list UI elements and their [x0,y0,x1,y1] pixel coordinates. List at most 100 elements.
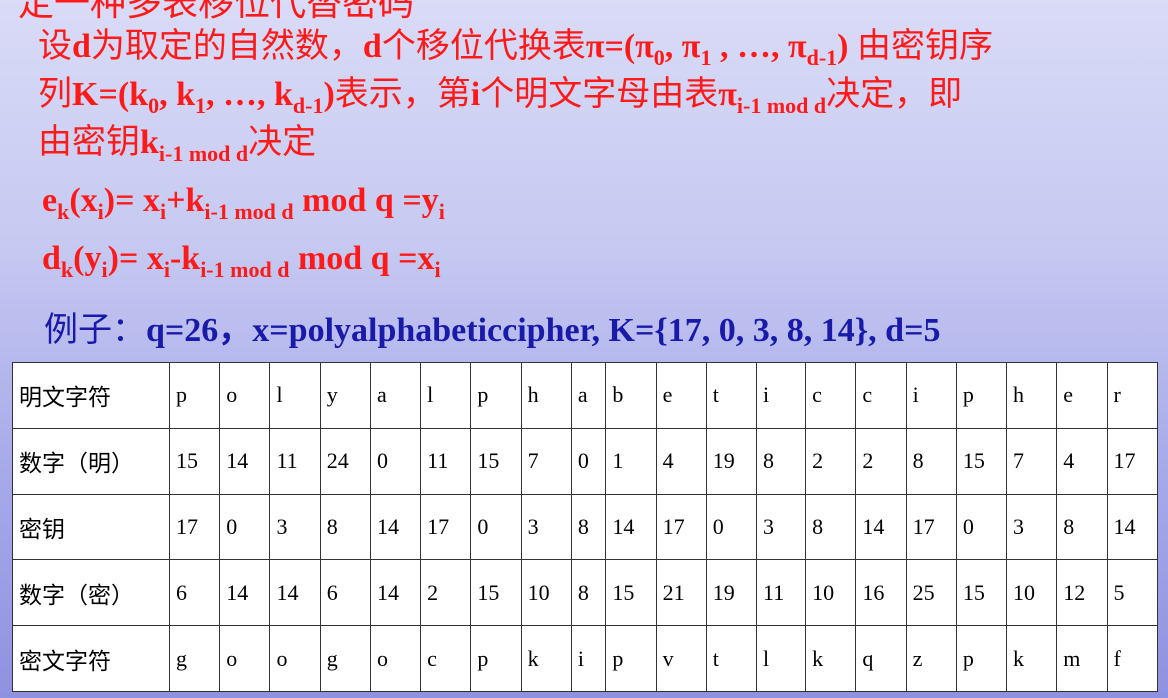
table-cell: k [805,625,857,692]
table-cell: t [705,625,758,692]
table-cell: 2 [855,427,907,495]
table-cell: c [855,362,907,429]
table-cell: h [1006,362,1058,429]
table-cell: t [705,362,758,429]
table-cell: o [269,625,321,692]
table-cell: 14 [369,559,422,627]
cipher-table: 明文字符 p o l y a l p h a b e t i c c i p h e r 数字（明） 15 14 11 24 0 11… [12,362,1159,692]
table-cell: 14 [269,559,321,627]
table-cell: 3 [756,493,807,561]
table-cell: f [1106,625,1159,692]
table-cell: g [319,625,371,692]
table-cell: 8 [756,427,807,495]
table-cell: i [756,362,807,429]
table-cell: 19 [705,427,758,495]
table-cell: 3 [269,493,321,561]
table-cell: 0 [570,427,607,495]
table-cell: 17 [655,493,707,561]
table-cell: g [168,625,221,692]
row-label: 密钥 [12,493,170,561]
table-cell: 10 [1006,559,1058,627]
table-cell: 14 [855,493,907,561]
table-cell: p [470,362,522,429]
table-cell: 15 [955,427,1008,495]
table-cell: 5 [1106,559,1159,627]
example-text: q=26，x=polyalphabeticcipher, K={17, 0, 3… [146,312,941,349]
table-cell: p [470,625,522,692]
table-cell: 7 [520,427,572,495]
table-cell: 15 [955,559,1008,627]
table-cell: o [219,625,271,692]
table-cell: p [955,362,1008,429]
table-cell: 10 [805,559,857,627]
table-cell: 8 [570,559,607,627]
table-row: 明文字符 p o l y a l p h a b e t i c c i p h e r [12,362,1159,429]
table-cell: m [1056,625,1108,692]
table-cell: 14 [219,559,271,627]
encrypt-formula: ek(xi)= xi+ki-1 mod d mod q =yi [42,182,445,224]
table-cell: 1 [605,427,657,495]
table-cell: 15 [470,559,522,627]
table-cell: 15 [168,427,221,495]
table-cell: 14 [369,493,422,561]
table-cell: 11 [269,427,321,495]
table-cell: 2 [420,559,472,627]
table-cell: 19 [705,559,758,627]
table-cell: 8 [570,493,607,561]
example-prefix: 例子： [44,312,146,349]
table-cell: 0 [470,493,522,561]
table-cell: 17 [1106,427,1159,495]
table-cell: a [570,362,607,429]
table-cell: 2 [805,427,857,495]
table-cell: 14 [219,427,271,495]
table-cell: 3 [520,493,572,561]
example-line: 例子：q=26，x=polyalphabeticcipher, K={17, 0… [44,302,940,351]
table-cell: l [756,625,807,692]
table-cell: 4 [655,427,707,495]
table-cell: 0 [705,493,758,561]
table-cell: o [369,625,422,692]
table-cell: 6 [168,559,221,627]
table-cell: 11 [420,427,472,495]
table-cell: i [570,625,607,692]
table-cell: 14 [605,493,657,561]
table-cell: k [1006,625,1058,692]
table-cell: l [420,362,472,429]
cipher-table-container: 明文字符 p o l y a l p h a b e t i c c i p h e r 数字（明） 15 14 11 24 0 11… [12,362,1159,692]
table-row: 数字（密） 6 14 14 6 14 2 15 10 8 15 21 19 11 10 16 25 15 10 12 5 [12,559,1159,627]
table-cell: e [655,362,707,429]
table-cell: y [319,362,371,429]
table-cell: 0 [955,493,1008,561]
table-cell: h [520,362,572,429]
row-label: 密文字符 [12,625,170,692]
table-cell: 10 [520,559,572,627]
table-cell: 16 [855,559,907,627]
table-cell: 12 [1056,559,1108,627]
table-cell: 15 [470,427,522,495]
table-cell: p [168,362,221,429]
table-cell: 7 [1006,427,1058,495]
table-cell: 14 [1106,493,1159,561]
table-cell: c [420,625,472,692]
table-row: 密钥 17 0 3 8 14 17 0 3 8 14 17 0 3 8 14 17 0 3 8 14 [12,493,1159,561]
table-cell: 21 [655,559,707,627]
table-cell: 15 [605,559,657,627]
table-cell: o [219,362,271,429]
table-cell: r [1106,362,1159,429]
table-cell: 17 [168,493,221,561]
decrypt-formula: dk(yi)= xi-ki-1 mod d mod q =xi [42,240,441,282]
table-cell: 8 [805,493,857,561]
heading-cut-off: 定一种多表移位代替密码 [18,0,415,23]
table-cell: 0 [219,493,271,561]
table-row: 密文字符 g o o g o c p k i p v t l k q z p k m f [12,625,1159,692]
table-cell: 8 [905,427,957,495]
table-cell: 8 [319,493,371,561]
table-cell: 3 [1006,493,1058,561]
table-cell: 11 [756,559,807,627]
row-label: 数字（密） [12,559,170,627]
table-cell: c [805,362,857,429]
table-cell: q [855,625,907,692]
table-cell: e [1056,362,1108,429]
table-cell: a [369,362,422,429]
table-cell: 0 [369,427,422,495]
